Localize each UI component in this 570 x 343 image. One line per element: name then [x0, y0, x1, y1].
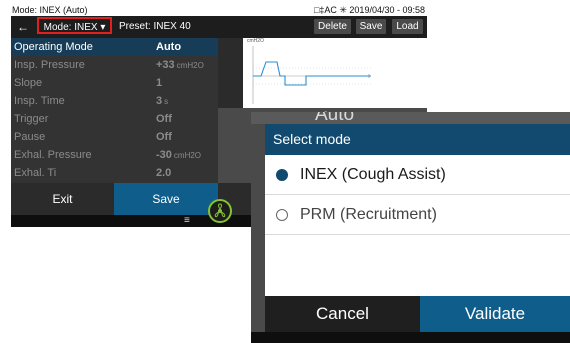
- param-label: Insp. Pressure: [14, 59, 85, 71]
- param-row-trigger[interactable]: Trigger Off: [11, 110, 218, 128]
- param-value: 1: [156, 77, 163, 89]
- param-label: Trigger: [14, 113, 49, 125]
- parameter-list: Operating Mode Auto Insp. Pressure +33 cm…: [11, 38, 218, 183]
- fan-glyph: [214, 203, 226, 218]
- mode-dropdown-label: Mode: INEX: [43, 22, 98, 33]
- radio-unselected-icon: [276, 209, 288, 221]
- load-button[interactable]: Load: [392, 19, 423, 34]
- param-label: Exhal. Pressure: [14, 149, 92, 161]
- param-row-pause[interactable]: Pause Off: [11, 128, 218, 146]
- mode-option-prm[interactable]: PRM (Recruitment): [265, 195, 570, 235]
- param-unit: cmH2O: [173, 151, 202, 160]
- param-value: Off: [156, 131, 172, 143]
- param-label: Insp. Time: [14, 95, 65, 107]
- param-value: Auto: [156, 41, 182, 53]
- pressure-waveform: [252, 46, 371, 104]
- dialog-title: Select mode: [265, 124, 570, 155]
- radio-selected-icon: [276, 169, 288, 181]
- param-label: Pause: [14, 131, 46, 143]
- status-bar: Mode: INEX (Auto) □‡AC ✳ 2019/04/30 - 09…: [11, 5, 427, 16]
- param-value: +33 cmH2O: [156, 59, 204, 71]
- select-mode-dialog: Select mode INEX (Cough Assist) PRM (Rec…: [265, 124, 570, 332]
- param-value: -30 cmH2O: [156, 149, 202, 161]
- option-label: INEX (Cough Assist): [300, 166, 446, 183]
- param-label: Operating Mode: [14, 41, 93, 53]
- exit-button[interactable]: Exit: [11, 183, 114, 215]
- param-unit: s: [164, 97, 169, 106]
- status-datetime: □‡AC ✳ 2019/04/30 - 09:58: [313, 5, 425, 15]
- param-unit: cmH2O: [176, 61, 204, 70]
- zoom-header-band: [251, 112, 570, 124]
- graph-y-label: cmH2O: [247, 38, 264, 44]
- delete-button[interactable]: Delete: [314, 19, 351, 34]
- top-bar: ← Mode: INEX ▾ Preset: INEX 40 Delete Sa…: [11, 16, 427, 38]
- param-row-exhal-time[interactable]: Exhal. Ti 2.0: [11, 164, 218, 182]
- preset-label: Preset: INEX 40: [119, 21, 191, 32]
- pressure-graph: cmH2O: [243, 38, 427, 108]
- option-label: PRM (Recruitment): [300, 206, 437, 223]
- validate-button[interactable]: Validate: [420, 296, 570, 332]
- param-value: 3s: [156, 95, 169, 107]
- fan-icon[interactable]: [208, 199, 232, 223]
- save-preset-button[interactable]: Save: [356, 19, 386, 34]
- param-row-insp-time[interactable]: Insp. Time 3s: [11, 92, 218, 110]
- chevron-down-icon: ▾: [100, 22, 106, 33]
- menu-icon[interactable]: ≡: [184, 215, 190, 227]
- param-value: 2.0: [156, 167, 172, 179]
- back-arrow-icon[interactable]: ←: [17, 20, 29, 34]
- cancel-button[interactable]: Cancel: [265, 296, 420, 332]
- zoomed-dialog-view: Auto Select mode INEX (Cough Assist) PRM…: [251, 112, 570, 343]
- param-row-exhal-pressure[interactable]: Exhal. Pressure -30 cmH2O: [11, 146, 218, 164]
- param-value: Off: [156, 113, 172, 125]
- status-mode-text: Mode: INEX (Auto): [12, 5, 88, 15]
- mode-option-inex[interactable]: INEX (Cough Assist): [265, 155, 570, 195]
- zoom-bottom-bar: [251, 332, 570, 343]
- save-button[interactable]: Save: [114, 183, 218, 215]
- param-label: Exhal. Ti: [14, 167, 57, 179]
- mode-dropdown[interactable]: Mode: INEX ▾: [37, 17, 112, 34]
- param-row-operating-mode[interactable]: Operating Mode Auto: [11, 38, 218, 56]
- param-label: Slope: [14, 77, 43, 89]
- param-row-insp-pressure[interactable]: Insp. Pressure +33 cmH2O: [11, 56, 218, 74]
- param-row-slope[interactable]: Slope 1: [11, 74, 218, 92]
